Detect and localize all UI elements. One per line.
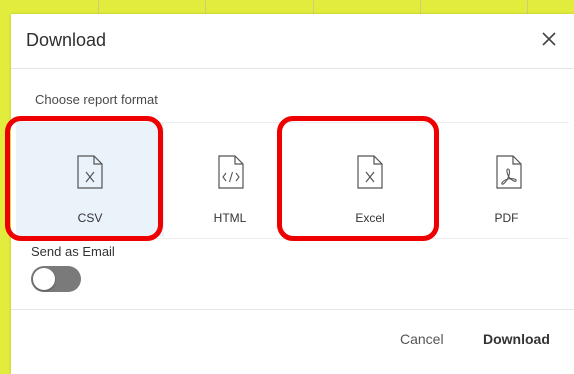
format-section-label: Choose report format xyxy=(35,92,158,107)
pdf-file-icon xyxy=(496,155,522,189)
cancel-button[interactable]: Cancel xyxy=(394,327,450,351)
grid-line xyxy=(420,0,421,14)
dialog-header: Download xyxy=(11,14,574,69)
grid-line xyxy=(205,0,206,14)
download-button[interactable]: Download xyxy=(477,327,556,351)
format-label: PDF xyxy=(494,211,519,225)
toggle-knob xyxy=(33,268,55,290)
format-label: HTML xyxy=(213,211,247,225)
footer-divider xyxy=(11,309,574,310)
format-option-pdf[interactable]: PDF xyxy=(444,123,569,237)
format-option-csv[interactable]: CSV xyxy=(16,123,164,237)
format-options: CSV HTML Excel PDF xyxy=(14,122,569,239)
close-button[interactable] xyxy=(537,27,561,51)
format-option-excel[interactable]: Excel xyxy=(296,123,444,237)
close-icon xyxy=(542,32,556,46)
app-frame-left xyxy=(0,0,11,374)
grid-line xyxy=(98,0,99,14)
format-label: Excel xyxy=(355,211,385,225)
dialog-title: Download xyxy=(26,30,107,50)
excel-file-icon xyxy=(77,155,103,189)
code-file-icon xyxy=(218,155,244,189)
excel-file-icon xyxy=(357,155,383,189)
send-as-email-toggle[interactable] xyxy=(31,266,81,292)
format-option-html[interactable]: HTML xyxy=(164,123,296,237)
grid-line xyxy=(527,0,528,14)
grid-line xyxy=(313,0,314,14)
download-dialog: Download Choose report format CSV HTML E… xyxy=(11,14,574,374)
format-label: CSV xyxy=(77,211,103,225)
send-as-email-label: Send as Email xyxy=(31,244,115,259)
